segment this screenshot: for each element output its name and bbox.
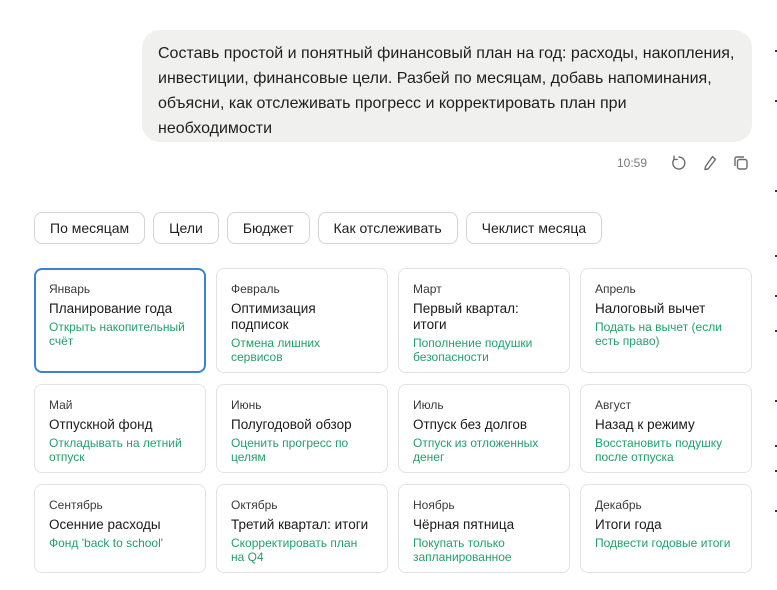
month-title: Назад к режиму	[595, 417, 695, 432]
month-action: Подвести годовые итоги	[595, 536, 731, 550]
month-name: Июль	[413, 398, 444, 412]
month-title: Итоги года	[595, 517, 662, 532]
month-card[interactable]: Декабрь Итоги года Подвести годовые итоги	[580, 484, 752, 573]
month-title: Полугодовой обзор	[231, 417, 352, 432]
month-name: Февраль	[231, 282, 280, 296]
month-card[interactable]: Октябрь Третий квартал: итоги Скорректиров…	[216, 484, 388, 573]
month-title: Отпускной фонд	[49, 417, 153, 432]
month-name: Сентябрь	[49, 498, 103, 512]
month-card[interactable]: Август Назад к режиму Восстановить подушку…	[580, 384, 752, 473]
chip-4[interactable]: Как отслеживать	[317, 212, 458, 244]
refresh-icon[interactable]	[668, 152, 690, 174]
month-name: Август	[595, 398, 632, 412]
month-name: Ноябрь	[413, 498, 455, 512]
month-title: Планирование года	[49, 301, 173, 316]
month-action: Отмена лишних сервисов	[231, 336, 321, 364]
message-time: 10:59	[616, 156, 647, 170]
month-name: Январь	[49, 282, 91, 296]
month-card[interactable]: Июнь Полугодовой обзор Оценить прогресс по…	[216, 384, 388, 473]
month-action: Фонд 'back to school'	[49, 536, 164, 550]
message-meta-bar: 10:59	[600, 150, 752, 176]
month-action: Покупать только запланированное	[413, 536, 512, 564]
month-title: Первый квартал: итоги	[413, 301, 519, 332]
chip-2[interactable]: Цели	[153, 212, 219, 244]
month-card[interactable]: Ноябрь Чёрная пятница Покупать только запл…	[398, 484, 570, 573]
pencil-icon[interactable]	[699, 152, 721, 174]
month-grid: Январь Планирование года Открыть накопител…	[34, 268, 753, 573]
month-card[interactable]: Май Отпускной фонд Откладывать на летний о…	[34, 384, 206, 473]
chip-1[interactable]: По месяцам	[34, 212, 146, 244]
month-action: Оценить прогресс по целям	[231, 436, 349, 464]
month-card[interactable]: Март Первый квартал: итоги Пополнение поду…	[398, 268, 570, 373]
month-name: Март	[413, 282, 442, 296]
month-action: Откладывать на летний отпуск	[49, 436, 182, 464]
month-action: Открыть накопительный счёт	[49, 320, 185, 348]
chip-3[interactable]: Бюджет	[226, 212, 310, 244]
month-action: Скорректировать план на Q4	[231, 536, 358, 564]
month-card[interactable]: Январь Планирование года Открыть накопител…	[34, 268, 206, 373]
chip-5[interactable]: Чеклист месяца	[465, 212, 603, 244]
month-name: Апрель	[595, 282, 636, 296]
user-message-text: Составь простой и понятный финансовый пл…	[158, 45, 735, 137]
month-name: Июнь	[231, 398, 262, 412]
chat-page: Составь простой и понятный финансовый пл…	[0, 0, 777, 590]
month-card[interactable]: Июль Отпуск без долгов Отпуск из отложенны…	[398, 384, 570, 473]
month-title: Оптимизация подписок	[231, 301, 316, 332]
user-message-bubble: Составь простой и понятный финансовый пл…	[142, 30, 752, 142]
month-title: Осенние расходы	[49, 517, 161, 532]
month-card[interactable]: Апрель Налоговый вычет Подать на вычет (ес…	[580, 268, 752, 373]
month-action: Пополнение подушки безопасности	[413, 336, 533, 364]
section-chips: По месяцам Цели Бюджет Как отслеживать Чекли…	[34, 212, 603, 244]
month-name: Декабрь	[595, 498, 642, 512]
month-card[interactable]: Сентябрь Осенние расходы Фонд 'back to sch…	[34, 484, 206, 573]
copy-icon[interactable]	[730, 152, 752, 174]
month-title: Налоговый вычет	[595, 301, 706, 316]
month-title: Чёрная пятница	[413, 517, 515, 532]
month-action: Отпуск из отложенных денег	[413, 436, 539, 464]
month-action: Восстановить подушку после отпуска	[595, 436, 723, 464]
month-name: Май	[49, 398, 73, 412]
month-title: Отпуск без долгов	[413, 417, 528, 432]
month-title: Третий квартал: итоги	[231, 517, 369, 532]
month-card[interactable]: Февраль Оптимизация подписок Отмена лишних…	[216, 268, 388, 373]
month-action: Подать на вычет (если есть право)	[595, 320, 722, 348]
month-name: Октябрь	[231, 498, 278, 512]
